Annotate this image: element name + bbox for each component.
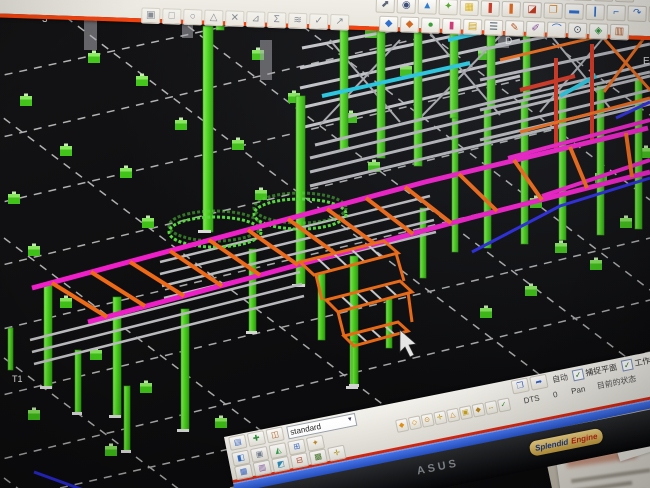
grid-tool-icon[interactable]: ▤: [463, 19, 483, 36]
snap-arrow-icon[interactable]: ↗: [330, 14, 350, 31]
snap-square-icon[interactable]: □: [162, 8, 182, 25]
svg-text:T1: T1: [12, 374, 23, 384]
column-tool-icon[interactable]: ❙: [585, 4, 605, 21]
bolt-icon[interactable]: ⊙: [568, 22, 588, 39]
plane-icon[interactable]: ▮: [442, 18, 462, 35]
snap-check-icon[interactable]: ✓: [309, 13, 329, 30]
splendid-sticker: Splendid Engine: [528, 428, 604, 457]
snap-triangle-icon[interactable]: △: [204, 10, 224, 27]
pan-arrow-icon[interactable]: ⬈: [376, 0, 396, 13]
material-icon[interactable]: ▦: [459, 0, 479, 16]
edit-icon[interactable]: ✎: [505, 20, 525, 37]
list-icon[interactable]: ☰: [484, 19, 504, 36]
snap-perpendicular-icon[interactable]: ⊿: [246, 11, 266, 28]
select-filter-icon[interactable]: ◆: [379, 16, 399, 33]
monitor-photo: 3 7 6 D E T1 ❏▤▦❚✂↶↷✦ ⬈◉▲✦▦❚❚◪❐▬❙⌐↷↯ ▣□○…: [0, 0, 650, 488]
snap-grid-icon[interactable]: ▣: [141, 7, 161, 24]
binoculars-icon[interactable]: ◉: [396, 0, 416, 14]
status-dts: DTS: [523, 394, 540, 406]
snap-point-icon[interactable]: ◆: [395, 418, 409, 433]
beam-tool-icon[interactable]: ▬: [564, 3, 584, 20]
snap-line-icon[interactable]: ↔: [484, 400, 498, 415]
copy-icon[interactable]: ❐: [543, 2, 563, 19]
report-icon[interactable]: ▥: [610, 24, 630, 41]
curved-beam-icon[interactable]: ↷: [627, 5, 647, 22]
paper-text-line: [572, 481, 632, 488]
snap-sum-icon[interactable]: Σ: [267, 12, 287, 29]
snap-any-icon[interactable]: ◆: [471, 403, 485, 418]
snap-intersect-icon[interactable]: ✛: [433, 410, 447, 425]
snap-circle-icon[interactable]: ○: [183, 9, 203, 26]
checkbox-icon: ✓: [572, 368, 585, 381]
weld-icon[interactable]: ⌒: [547, 22, 567, 39]
component-icon[interactable]: ✦: [438, 0, 458, 15]
checkbox-label: 工作平面: [633, 351, 650, 368]
auto-label: 自动: [551, 371, 569, 385]
fit-view-icon[interactable]: ●: [421, 17, 441, 34]
svg-text:D: D: [505, 36, 512, 47]
sticker-word2: Engine: [570, 432, 598, 446]
snap-center-icon[interactable]: ⊙: [420, 413, 434, 428]
pin-orange-icon[interactable]: ❚: [501, 1, 521, 18]
snap-mid-icon[interactable]: △: [446, 408, 460, 423]
checkbox-icon: ✓: [621, 358, 634, 371]
clash-check-icon[interactable]: ◪: [522, 2, 542, 19]
orbit-icon[interactable]: ◆: [400, 16, 420, 33]
snap-end-icon[interactable]: ◇: [407, 415, 421, 430]
snap-wave-icon[interactable]: ≋: [288, 13, 308, 30]
sticker-word1: Splendid: [534, 437, 569, 452]
twin-beam-icon[interactable]: ⌐: [606, 5, 626, 22]
mouse-cursor: [400, 330, 416, 357]
measure-icon[interactable]: ✐: [526, 21, 546, 38]
status-pan: Pan: [570, 384, 586, 396]
chevron-down-icon: ▼: [347, 416, 354, 423]
status-zero: 0: [552, 390, 558, 400]
snap-cross-icon[interactable]: ✕: [225, 10, 245, 27]
paper-text-line: [571, 468, 650, 483]
snap-ok-icon[interactable]: ✓: [497, 398, 511, 413]
svg-text:E: E: [643, 56, 650, 67]
render-view-icon[interactable]: ▲: [417, 0, 437, 15]
asus-logo: ASUS: [416, 457, 460, 477]
pin-red-icon[interactable]: ❚: [480, 0, 500, 17]
snap-edge-icon[interactable]: ▣: [458, 405, 472, 420]
detail-icon[interactable]: ◈: [589, 23, 609, 40]
